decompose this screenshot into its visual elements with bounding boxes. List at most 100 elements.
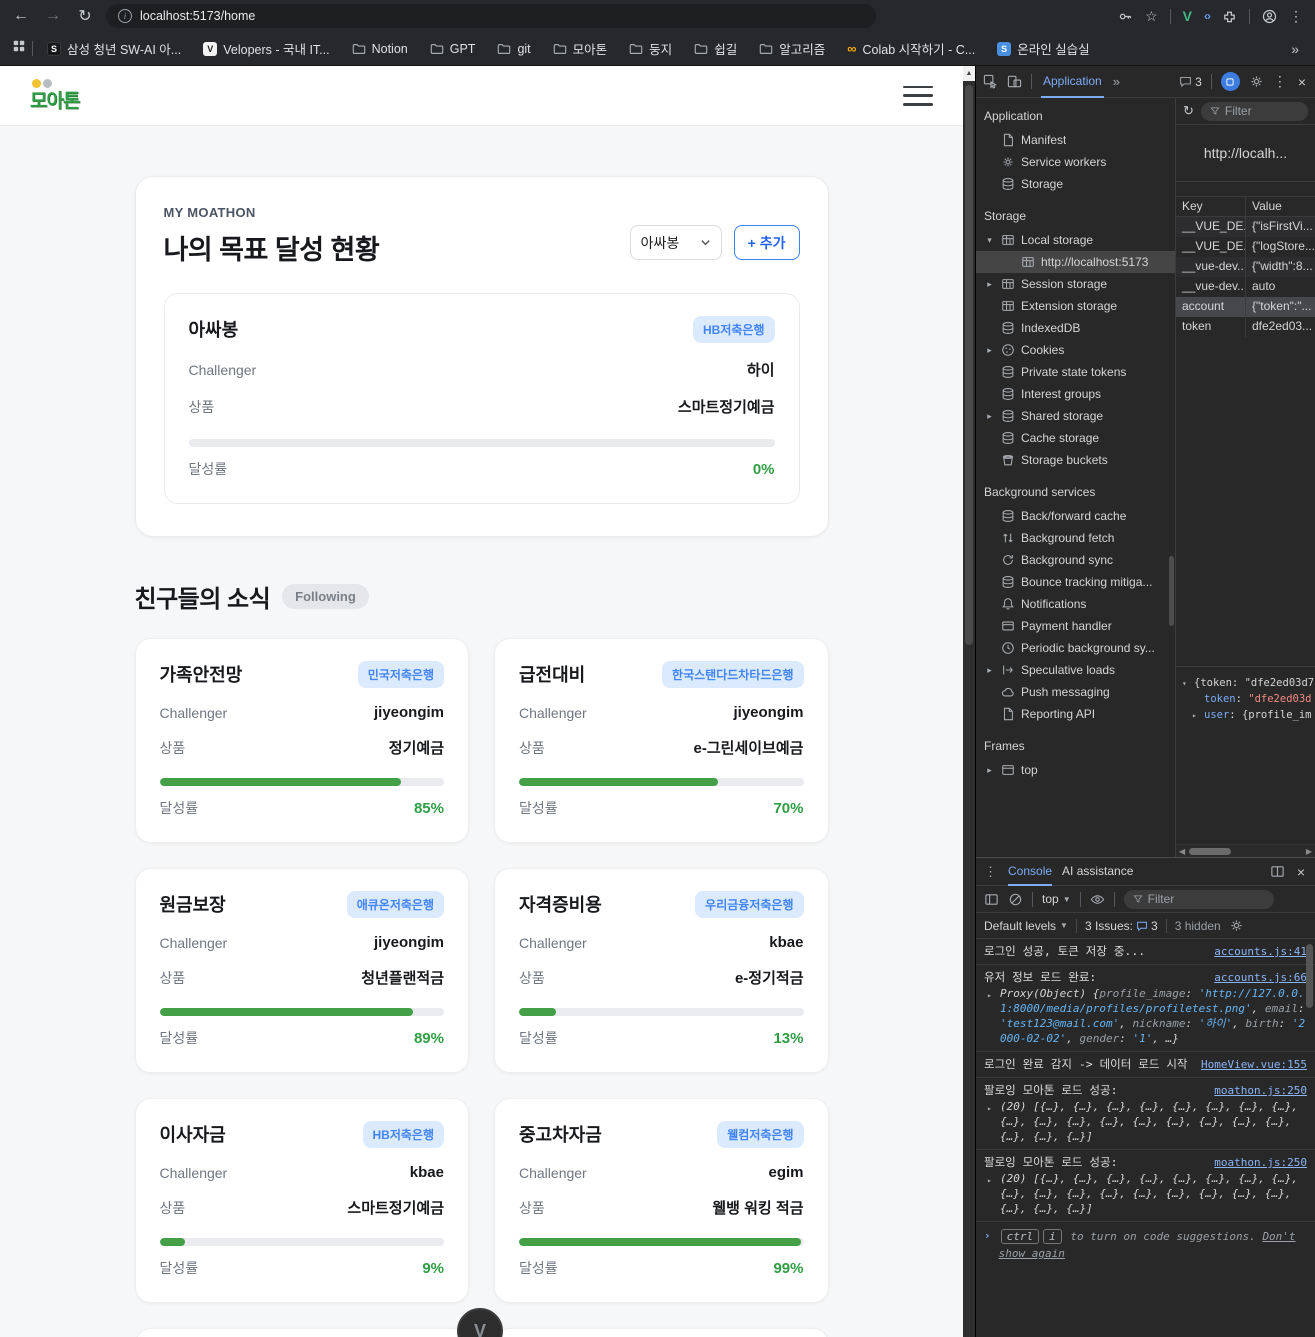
tree-item[interactable]: Storage (976, 173, 1175, 195)
tree-item[interactable]: Background fetch (976, 527, 1175, 549)
log-levels-selector[interactable]: Default levels ▼ (984, 919, 1068, 933)
tree-item[interactable]: ▸ top (976, 759, 1175, 781)
tree-item[interactable]: ▸ Session storage (976, 273, 1175, 295)
password-key-icon[interactable] (1118, 9, 1133, 24)
tree-item[interactable]: Background services (976, 479, 1175, 505)
console-source-link[interactable]: HomeView.vue:155 (1201, 1057, 1307, 1072)
browser-menu-icon[interactable]: ⋮ (1289, 8, 1303, 25)
tree-item[interactable]: Push messaging (976, 681, 1175, 703)
live-expression-eye-icon[interactable] (1090, 892, 1105, 907)
horizontal-scroll-thumb[interactable] (1189, 847, 1232, 855)
tree-item[interactable]: Frames (976, 733, 1175, 759)
tree-expand-arrow-icon[interactable]: ▸ (984, 279, 995, 290)
storage-row[interactable]: __VUE_DE... {"logStore... (1176, 237, 1315, 257)
tree-item[interactable]: Service workers (976, 151, 1175, 173)
key-column-header[interactable]: Key (1176, 197, 1246, 216)
bookmark-item[interactable]: ∞ Colab 시작하기 - C... (839, 36, 983, 61)
bookmark-item[interactable]: GPT (422, 39, 484, 59)
more-tabs-icon[interactable]: » (1113, 74, 1120, 89)
tree-item[interactable]: ▸ Shared storage (976, 405, 1175, 427)
console-source-link[interactable]: accounts.js:41 (1214, 944, 1307, 959)
bookmark-item[interactable]: 쉽길 (686, 36, 745, 61)
tree-item[interactable]: Private state tokens (976, 361, 1175, 383)
tree-item[interactable]: IndexedDB (976, 317, 1175, 339)
tree-item[interactable]: Notifications (976, 593, 1175, 615)
device-toolbar-icon[interactable] (1007, 74, 1022, 89)
tab-console[interactable]: Console (1008, 858, 1053, 886)
bookmark-item[interactable]: 알고리즘 (751, 36, 833, 61)
bookmark-item[interactable]: 둥지 (621, 36, 680, 61)
devtools-menu-icon[interactable]: ⋮ (1273, 73, 1287, 90)
settings-gear-icon[interactable] (1249, 74, 1264, 89)
tree-item[interactable]: Manifest (976, 129, 1175, 151)
console-object-preview[interactable]: Proxy(Object) {profile_image: 'http://12… (1000, 987, 1305, 1045)
console-prompt[interactable]: › ctrl i to turn on code suggestions. Don… (976, 1222, 1315, 1268)
storage-filter-input[interactable]: Filter (1200, 101, 1308, 121)
expand-arrow-icon[interactable]: ▸ (987, 988, 992, 1003)
console-source-link[interactable]: moathon.js:250 (1214, 1083, 1307, 1098)
storage-row[interactable]: account {"token":"... (1176, 297, 1315, 317)
blue-extension-icon[interactable]: ‹› (1204, 9, 1211, 23)
console-close-icon[interactable]: × (1295, 864, 1307, 880)
apps-grid-icon[interactable] (12, 39, 26, 58)
tree-item[interactable]: Background sync (976, 549, 1175, 571)
profile-avatar-icon[interactable] (1262, 9, 1277, 24)
tree-item[interactable]: ▾ Local storage (976, 229, 1175, 251)
drawer-menu-icon[interactable]: ⋮ (984, 864, 998, 880)
tree-expand-arrow-icon[interactable]: ▾ (984, 235, 995, 246)
scrollbar-up-arrow-icon[interactable]: ▲ (963, 66, 975, 81)
bookmark-item[interactable]: S 삼성 청년 SW-AI 아... (39, 36, 189, 61)
tree-item[interactable]: ▸ Cookies (976, 339, 1175, 361)
console-sidebar-icon[interactable] (984, 892, 999, 907)
console-source-link[interactable]: accounts.js:66 (1214, 970, 1307, 985)
storage-row[interactable]: __vue-dev... auto (1176, 277, 1315, 297)
expand-arrow-icon[interactable]: ▸ (1192, 708, 1197, 724)
tree-item[interactable]: Payment handler (976, 615, 1175, 637)
console-settings-gear-icon[interactable] (1229, 918, 1244, 933)
bookmarks-overflow-icon[interactable]: » (1287, 41, 1303, 57)
tab-ai-assistance[interactable]: AI assistance (1062, 858, 1133, 886)
storage-row[interactable]: __VUE_DE... {"isFirstVi... (1176, 217, 1315, 237)
forward-button[interactable]: → (42, 7, 64, 25)
tree-item[interactable]: Interest groups (976, 383, 1175, 405)
issues-link[interactable]: 3 Issues: 3 (1085, 919, 1158, 933)
bookmark-item[interactable]: 모아톤 (545, 36, 616, 61)
app-logo[interactable]: 모아톤 (30, 78, 80, 113)
hamburger-menu-icon[interactable] (903, 85, 933, 106)
reload-button[interactable]: ↻ (74, 6, 96, 26)
storage-row[interactable]: __vue-dev... {"width":8... (1176, 257, 1315, 277)
inspect-element-icon[interactable] (983, 74, 998, 89)
tree-item[interactable]: Reporting API (976, 703, 1175, 725)
split-panel-icon[interactable] (1270, 864, 1285, 879)
refresh-storage-icon[interactable]: ↻ (1183, 103, 1194, 119)
page-scrollbar[interactable]: ▲ (963, 66, 975, 1337)
goal-select[interactable]: 아싸봉 (629, 225, 722, 260)
scroll-right-arrow-icon[interactable]: ▶ (1306, 847, 1312, 856)
scroll-left-arrow-icon[interactable]: ◀ (1179, 847, 1185, 856)
address-bar[interactable]: i localhost:5173/home (106, 4, 876, 28)
context-selector[interactable]: top ▼ (1042, 892, 1071, 906)
bookmark-item[interactable]: S 온라인 실습실 (989, 36, 1097, 61)
tree-item[interactable]: ▸ Speculative loads (976, 659, 1175, 681)
console-object-preview[interactable]: (20) [{…}, {…}, {…}, {…}, {…}, {…}, {…},… (1000, 1100, 1298, 1143)
expand-arrow-icon[interactable]: ▸ (987, 1173, 992, 1188)
preview-horizontal-scrollbar[interactable]: ◀ ▶ (1176, 844, 1315, 857)
site-info-icon[interactable]: i (118, 9, 132, 23)
bookmark-star-icon[interactable]: ☆ (1145, 8, 1158, 25)
tree-item[interactable]: Storage (976, 203, 1175, 229)
tree-item[interactable]: Back/forward cache (976, 505, 1175, 527)
tree-item[interactable]: Storage buckets (976, 449, 1175, 471)
expand-arrow-icon[interactable]: ▾ (1182, 676, 1187, 692)
expand-arrow-icon[interactable]: ▸ (987, 1101, 992, 1116)
tree-item[interactable]: Cache storage (976, 427, 1175, 449)
add-goal-button[interactable]: + 추가 (733, 225, 800, 260)
device-posture-icon[interactable] (1220, 72, 1240, 91)
back-button[interactable]: ← (10, 7, 32, 25)
tab-application[interactable]: Application (1041, 66, 1104, 98)
console-filter-input[interactable]: Filter (1123, 889, 1274, 909)
storage-row[interactable]: token dfe2ed03... (1176, 317, 1315, 337)
console-object-preview[interactable]: (20) [{…}, {…}, {…}, {…}, {…}, {…}, {…},… (1000, 1172, 1298, 1215)
tree-expand-arrow-icon[interactable]: ▸ (984, 765, 995, 776)
vue-extension-icon[interactable]: V (1183, 8, 1192, 24)
tree-expand-arrow-icon[interactable]: ▸ (984, 411, 995, 422)
